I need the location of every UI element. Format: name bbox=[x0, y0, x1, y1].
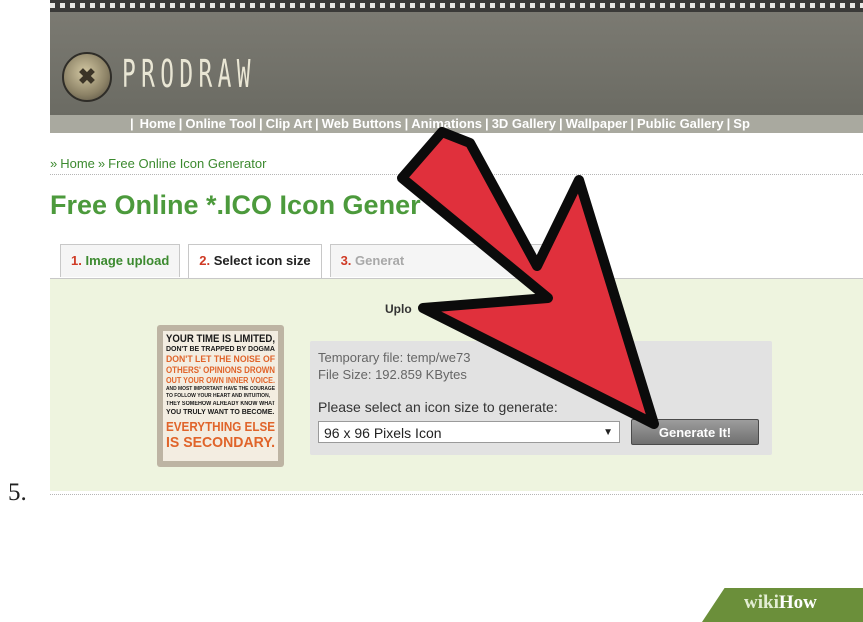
step-tabs: 1. Image upload 2. Select icon size 3. G… bbox=[60, 244, 600, 279]
nav-separator: | bbox=[130, 116, 134, 131]
icon-size-label: Please select an icon size to generate: bbox=[318, 399, 558, 415]
screenshot-frame: ✖ PRODRAW | Home | Online Tool | Clip Art |… bbox=[50, 0, 863, 510]
poster-text-line: IS SECONDARY. bbox=[166, 434, 275, 451]
upload-label: Uplo bbox=[385, 302, 412, 316]
tab-image-upload[interactable]: 1. Image upload bbox=[60, 244, 181, 277]
site-header: ✖ PRODRAW bbox=[50, 12, 863, 115]
file-size-text: File Size: 192.859 KBytes bbox=[318, 367, 467, 382]
poster-text-line: YOUR TIME IS LIMITED, bbox=[166, 333, 275, 345]
poster-text-line: DON'T BE TRAPPED BY DOGMA bbox=[166, 346, 275, 353]
step-number: 5. bbox=[8, 479, 27, 506]
nav-clip-art[interactable]: Clip Art bbox=[263, 115, 315, 133]
poster-text-line: OTHERS' OPINIONS DROWN bbox=[166, 365, 275, 375]
poster-text-line: DON'T LET THE NOISE OF bbox=[166, 354, 275, 364]
uploaded-image-thumbnail: YOUR TIME IS LIMITED, DON'T BE TRAPPED BY… bbox=[157, 325, 284, 467]
site-logo-text[interactable]: PRODRAW bbox=[122, 52, 256, 96]
file-info-box: Temporary file: temp/we73 File Size: 192… bbox=[310, 341, 772, 455]
page-title: Free Online *.ICO Icon Gener bbox=[50, 190, 421, 220]
breadcrumb-current[interactable]: Free Online Icon Generator bbox=[108, 156, 266, 171]
top-nav: | Home | Online Tool | Clip Art | Web Butto… bbox=[50, 115, 863, 133]
nav-3d-gallery[interactable]: 3D Gallery bbox=[489, 115, 559, 133]
poster-text-line: OUT YOUR OWN INNER VOICE. bbox=[166, 376, 275, 385]
tab-select-icon-size[interactable]: 2. Select icon size bbox=[188, 244, 322, 279]
nav-animations[interactable]: Animations bbox=[408, 115, 485, 133]
breadcrumb-home[interactable]: Home bbox=[60, 156, 95, 171]
nav-more[interactable]: Sp bbox=[730, 115, 753, 133]
divider bbox=[50, 174, 863, 175]
tab-panel: Uplo YOUR TIME IS LIMITED, DON'T BE TRAPP… bbox=[50, 278, 863, 491]
poster-text-line: EVERYTHING ELSE bbox=[166, 419, 275, 434]
nav-public-gallery[interactable]: Public Gallery bbox=[634, 115, 727, 133]
prodraw-logo-icon[interactable]: ✖ bbox=[62, 52, 112, 102]
divider bbox=[50, 494, 863, 495]
wikihow-logo: wikiHow bbox=[744, 592, 817, 613]
film-strip-border bbox=[50, 0, 863, 12]
poster-text-line: TO FOLLOW YOUR HEART AND INTUITION, bbox=[166, 393, 271, 399]
nav-web-buttons[interactable]: Web Buttons bbox=[319, 115, 405, 133]
poster-text-line: THEY SOMEHOW ALREADY KNOW WHAT bbox=[166, 401, 275, 407]
nav-wallpaper[interactable]: Wallpaper bbox=[563, 115, 631, 133]
tab-generate[interactable]: 3. Generat bbox=[329, 244, 592, 277]
nav-home[interactable]: Home bbox=[137, 115, 179, 133]
temp-file-text: Temporary file: temp/we73 bbox=[318, 350, 471, 365]
poster-text-line: AND MOST IMPORTANT HAVE THE COURAGE bbox=[166, 386, 275, 392]
poster-text-line: YOU TRULY WANT TO BECOME. bbox=[166, 409, 275, 416]
breadcrumb: » Home» Free Online Icon Generator bbox=[50, 156, 267, 171]
icon-size-select[interactable]: 96 x 96 Pixels Icon ▼ bbox=[318, 421, 620, 443]
generate-button[interactable]: Generate It! bbox=[631, 419, 759, 445]
dropdown-arrow-icon[interactable]: ▼ bbox=[603, 422, 613, 444]
quote-poster-image: YOUR TIME IS LIMITED, DON'T BE TRAPPED BY… bbox=[163, 331, 278, 461]
nav-online-tool[interactable]: Online Tool bbox=[182, 115, 259, 133]
